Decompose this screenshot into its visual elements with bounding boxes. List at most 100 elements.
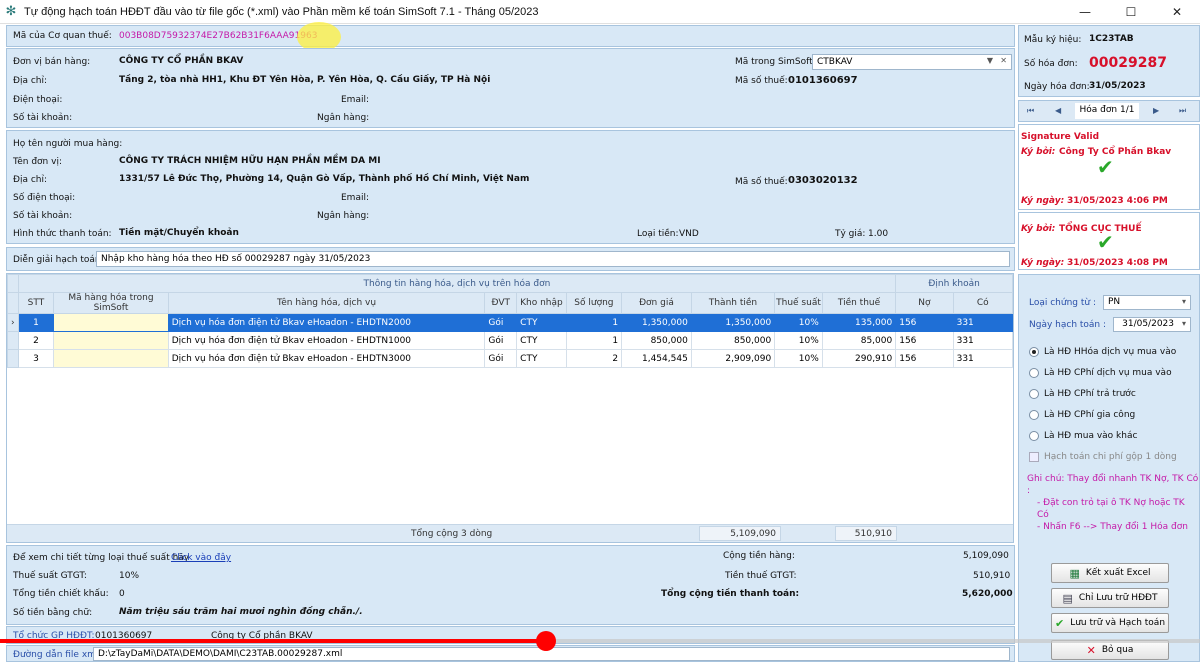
col-unit-price[interactable]: Đơn giá	[621, 292, 692, 314]
seller-address-label: Địa chỉ:	[13, 76, 48, 86]
vat-total-label: Tiền thuế GTGT:	[725, 571, 797, 581]
grand-total-label: Tổng cộng tiền thanh toán:	[661, 589, 800, 599]
signature2-date: 31/05/2023 4:08 PM	[1067, 258, 1168, 268]
radio-service-cost[interactable]: Là HĐ CPhí dịch vụ mua vào	[1029, 368, 1172, 378]
video-progress-knob[interactable]	[536, 631, 556, 651]
simsoft-code-combo[interactable]: CTBKAV ▼ ✕	[812, 54, 1012, 70]
vat-rate-label: Thuế suất GTGT:	[13, 571, 87, 581]
dropdown-arrow-icon[interactable]: ▾	[1182, 319, 1186, 328]
buyer-account-label: Số tài khoản:	[13, 211, 73, 221]
prev-record-icon[interactable]: ◀	[1055, 106, 1061, 115]
grand-total-value: 5,620,000	[962, 589, 1013, 599]
goods-total-label: Cộng tiền hàng:	[723, 551, 795, 561]
goods-total-value: 5,109,090	[963, 551, 1009, 561]
col-credit[interactable]: Có	[952, 292, 1014, 314]
col-warehouse[interactable]: Kho nhập	[516, 292, 567, 314]
explanation-input[interactable]: Nhập kho hàng hóa theo HĐ số 00029287 ng…	[96, 251, 1010, 267]
currency-value: VND	[679, 229, 699, 239]
invoice-lines-grid[interactable]: Thông tin hàng hóa, dịch vụ trên hóa đơn…	[6, 273, 1014, 543]
radio-other-purchase[interactable]: Là HĐ mua vào khác	[1029, 431, 1137, 441]
col-simsoft-code[interactable]: Mã hàng hóa trong SimSoft	[53, 292, 169, 314]
amount-words-value: Năm triệu sáu trăm hai mươi nghìn đồng c…	[119, 607, 363, 617]
buyer-tax-id-label: Mã số thuế:	[735, 177, 788, 187]
currency-label: Loại tiền:	[637, 229, 679, 239]
last-record-icon[interactable]: ⏭	[1179, 106, 1186, 116]
save-only-button[interactable]: ▤ Chỉ Lưu trữ HĐĐT	[1051, 588, 1169, 608]
clear-icon[interactable]: ✕	[1000, 56, 1007, 65]
col-amount[interactable]: Thành tiền	[690, 292, 776, 314]
tax-detail-link[interactable]: Click vào đây	[171, 553, 231, 563]
valid-check-icon: ✔	[1097, 230, 1114, 254]
signature2-by-label: Ký bởi:	[1021, 224, 1056, 234]
tax-code-value: 003B08D75932374E27B62B31F6AAA91963	[119, 31, 318, 41]
window-title: Tự động hạch toán HĐĐT đầu vào từ file g…	[24, 5, 539, 18]
col-quantity[interactable]: Số lượng	[565, 292, 623, 314]
buyer-tax-id: 0303020132	[788, 175, 858, 186]
file-path-panel: Đường dẫn file xml: D:\zTayDaMi\DATA\DEM…	[6, 645, 1015, 662]
minimize-button[interactable]: —	[1062, 0, 1108, 24]
post-date-label: Ngày hạch toán :	[1029, 320, 1107, 330]
next-record-icon[interactable]: ▶	[1153, 106, 1159, 115]
vat-total-value: 510,910	[973, 571, 1011, 581]
seller-address: Tầng 2, tòa nhà HH1, Khu ĐT Yên Hòa, P. …	[119, 75, 491, 85]
title-bar: ✻ Tự động hạch toán HĐĐT đầu vào từ file…	[0, 0, 1200, 24]
table-row[interactable]: › 1 Dịch vụ hóa đơn điện tử Bkav eHoadon…	[7, 313, 1014, 332]
buyer-phone-label: Số điện thoại:	[13, 193, 76, 203]
skip-button[interactable]: ✕ Bỏ qua	[1051, 640, 1169, 660]
radio-processing-cost[interactable]: Là HĐ CPhí gia công	[1029, 410, 1135, 420]
radio-prepaid-cost[interactable]: Là HĐ CPhí trả trước	[1029, 389, 1136, 399]
col-tax-rate[interactable]: Thuế suất	[774, 292, 823, 314]
close-icon: ✕	[1086, 643, 1096, 657]
app-logo-icon: ✻	[5, 3, 17, 19]
invoice-symbol-label: Mẫu ký hiệu:	[1024, 35, 1082, 45]
tax-code-panel: Mã của Cơ quan thuế: 003B08D75932374E27B…	[6, 22, 1015, 52]
buyer-address: 1331/57 Lê Đức Thọ, Phường 14, Quận Gò V…	[119, 174, 530, 184]
grid-footer-tax: 510,910	[835, 526, 897, 541]
col-tax-amount[interactable]: Tiền thuế	[821, 292, 897, 314]
grid-footer: Tổng cộng 3 dòng 5,109,090 510,910	[7, 524, 1013, 542]
col-stt[interactable]: STT	[17, 292, 55, 314]
explanation-label: Diễn giải hạch toán :	[13, 255, 107, 265]
maximize-button[interactable]: ☐	[1108, 0, 1154, 24]
vat-rate-value: 10%	[119, 571, 140, 581]
signature1-by-label: Ký bởi:	[1021, 147, 1056, 157]
archive-icon: ▤	[1062, 591, 1073, 605]
invoice-nav-label: Hóa đơn 1/1	[1075, 103, 1139, 119]
invoice-info-panel: Mẫu ký hiệu: 1C23TAB Số hóa đơn: 0002928…	[1018, 25, 1200, 97]
dropdown-arrow-icon[interactable]: ▼	[987, 56, 993, 65]
first-record-icon[interactable]: ⏮	[1027, 106, 1034, 116]
signature1-by: Công Ty Cổ Phần Bkav	[1059, 147, 1172, 157]
seller-panel: Đơn vị bán hàng: CÔNG TY CỔ PHẦN BKAV Đị…	[6, 48, 1015, 128]
explanation-panel: Diễn giải hạch toán : Nhập kho hàng hóa …	[6, 247, 1015, 271]
invoice-date: 31/05/2023	[1089, 81, 1146, 91]
buyer-unit: CÔNG TY TRÁCH NHIỆM HỮU HẠN PHẦN MỀM DA …	[119, 156, 381, 166]
invoice-lines-table: Thông tin hàng hóa, dịch vụ trên hóa đơn…	[7, 274, 1014, 368]
col-unit[interactable]: ĐVT	[484, 292, 518, 314]
voucher-type-label: Loại chứng từ :	[1029, 298, 1096, 308]
close-window-button[interactable]: ✕	[1154, 0, 1200, 24]
save-post-button[interactable]: ✔ Lưu trữ và Hạch toán	[1051, 613, 1169, 633]
export-excel-button[interactable]: ▦ Kết xuất Excel	[1051, 563, 1169, 583]
discount-label: Tổng tiền chiết khấu:	[13, 589, 109, 599]
simsoft-code-label: Mã trong SimSoft:	[735, 57, 816, 67]
buyer-address-label: Địa chỉ:	[13, 175, 48, 185]
file-path-label: Đường dẫn file xml:	[13, 650, 102, 660]
voucher-type-select[interactable]: PN ▾	[1103, 295, 1191, 310]
dropdown-arrow-icon[interactable]: ▾	[1182, 297, 1186, 306]
buyer-person-label: Họ tên người mua hàng:	[13, 139, 123, 149]
combine-cost-checkbox[interactable]: Hạch toán chi phí gộp 1 dòng	[1029, 452, 1177, 462]
radio-goods-purchase[interactable]: Là HĐ HHóa dịch vụ mua vào	[1029, 347, 1176, 357]
table-row[interactable]: 3 Dịch vụ hóa đơn điện tử Bkav eHoadon -…	[7, 349, 1014, 368]
buyer-unit-label: Tên đơn vị:	[13, 157, 62, 167]
video-progress-track[interactable]	[0, 631, 1200, 651]
seller-email-label: Email:	[341, 95, 370, 105]
invoice-date-label: Ngày hóa đơn:	[1024, 82, 1090, 92]
buyer-panel: Họ tên người mua hàng: Tên đơn vị: CÔNG …	[6, 130, 1015, 244]
signature1-date: 31/05/2023 4:06 PM	[1067, 196, 1168, 206]
col-item-name[interactable]: Tên hàng hóa, dịch vụ	[167, 292, 486, 314]
signature-tax-panel: Ký bởi: TỔNG CỤC THUẾ ✔ Ký ngày: 31/05/2…	[1018, 212, 1200, 270]
col-debit[interactable]: Nợ	[895, 292, 954, 314]
table-row[interactable]: 2 Dịch vụ hóa đơn điện tử Bkav eHoadon -…	[7, 331, 1014, 350]
post-date-picker[interactable]: 31/05/2023 ▾	[1113, 317, 1191, 332]
post-date-value: 31/05/2023	[1122, 319, 1174, 329]
